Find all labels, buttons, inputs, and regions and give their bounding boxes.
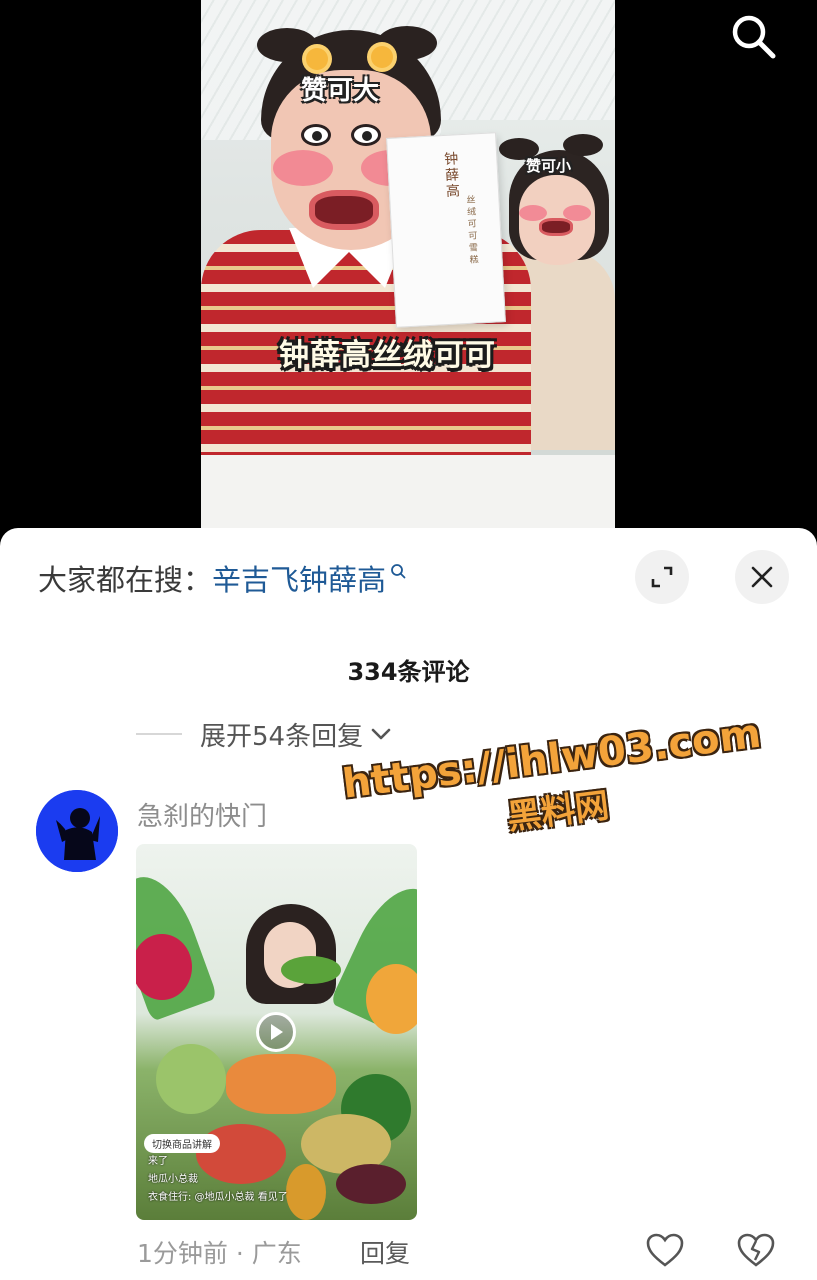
expand-replies-label: 展开54条回复 [200,721,364,752]
avatar[interactable] [36,790,118,872]
live-comment-line: 衣食住行: @地瓜小总裁 看见了 [148,1192,288,1203]
product-package: 钟薛高 丝绒可可雪糕 [386,132,506,328]
mouth [539,218,573,236]
live-comment-line: 地瓜小总裁 [148,1174,198,1185]
video-caption: 钟薛高丝绒可可 [279,338,496,373]
comment-username[interactable]: 急刹的快门 [137,796,267,833]
live-comment-line: 来了 [148,1156,168,1167]
play-icon[interactable] [256,1012,296,1052]
desk-surface [201,455,615,528]
chevron-down-icon [371,728,391,740]
trending-search-bar: 大家都在搜： 辛吉飞钟薛高 [38,558,406,598]
mango [366,964,417,1034]
like-button[interactable] [645,1232,685,1268]
broken-heart-icon [737,1233,775,1267]
cheek-blush [519,205,547,221]
expand-sheet-button[interactable] [635,550,689,604]
divider-line [136,733,182,735]
search-icon [391,564,406,579]
pigtail-right-small [563,134,603,156]
search-button[interactable] [727,10,779,62]
comment-count-title: 334条评论 [347,658,470,686]
trending-search-query[interactable]: 辛吉飞钟薛高 [212,557,386,599]
flower-sticker [371,46,393,68]
product-pack-subtitle: 丝绒可可雪糕 [466,195,479,266]
search-icon [732,15,776,59]
apples [196,1124,286,1184]
avatar-silhouette-icon [36,790,118,872]
green-fruit [281,956,341,984]
eye [351,124,381,146]
fruit-basket [226,1054,336,1114]
close-icon [751,566,773,588]
comment-time-location: 1分钟前 · 广东 [137,1239,302,1268]
switch-product-label: 切换商品讲解 [144,1134,220,1153]
video-player[interactable]: 钟薛高 丝绒可可雪糕 赞可大 赞可小 钟薛高丝绒可可 [0,0,817,530]
product-pack-title: 钟薛高 [443,151,461,200]
sticker-label-small: 赞可小 [526,157,572,175]
comment-attached-video[interactable]: 切换商品讲解 来了 地瓜小总裁 衣食住行: @地瓜小总裁 看见了 [136,844,417,1220]
video-frame[interactable]: 钟薛高 丝绒可可雪糕 赞可大 赞可小 钟薛高丝绒可可 [201,0,615,528]
dislike-button[interactable] [736,1232,776,1268]
mouth [309,190,379,230]
trending-search-prefix: 大家都在搜： [38,563,213,597]
comment-item: 急刹的快门 切换商品讲解 来了 地瓜小总裁 衣食住行: @地瓜小总裁 看见了 1… [0,778,817,1278]
trending-search-link[interactable]: 辛吉飞钟薛高 [212,557,406,599]
papaya [286,1164,326,1220]
sticker-label-big: 赞可大 [301,76,380,106]
melon [156,1044,226,1114]
heart-icon [646,1233,684,1267]
play-triangle-icon [271,1024,283,1040]
close-sheet-button[interactable] [735,550,789,604]
reply-button[interactable]: 回复 [360,1234,410,1270]
mangosteen [336,1164,406,1204]
expand-icon [651,566,673,588]
cheek-blush [273,150,333,186]
flower-sticker [306,48,328,70]
expand-replies-button[interactable]: 展开54条回复 [136,714,393,754]
eye [301,124,331,146]
comment-sheet: 大家都在搜： 辛吉飞钟薛高 334条评论 展开54条回复 急刹的快门 切换商品讲… [0,528,817,1280]
